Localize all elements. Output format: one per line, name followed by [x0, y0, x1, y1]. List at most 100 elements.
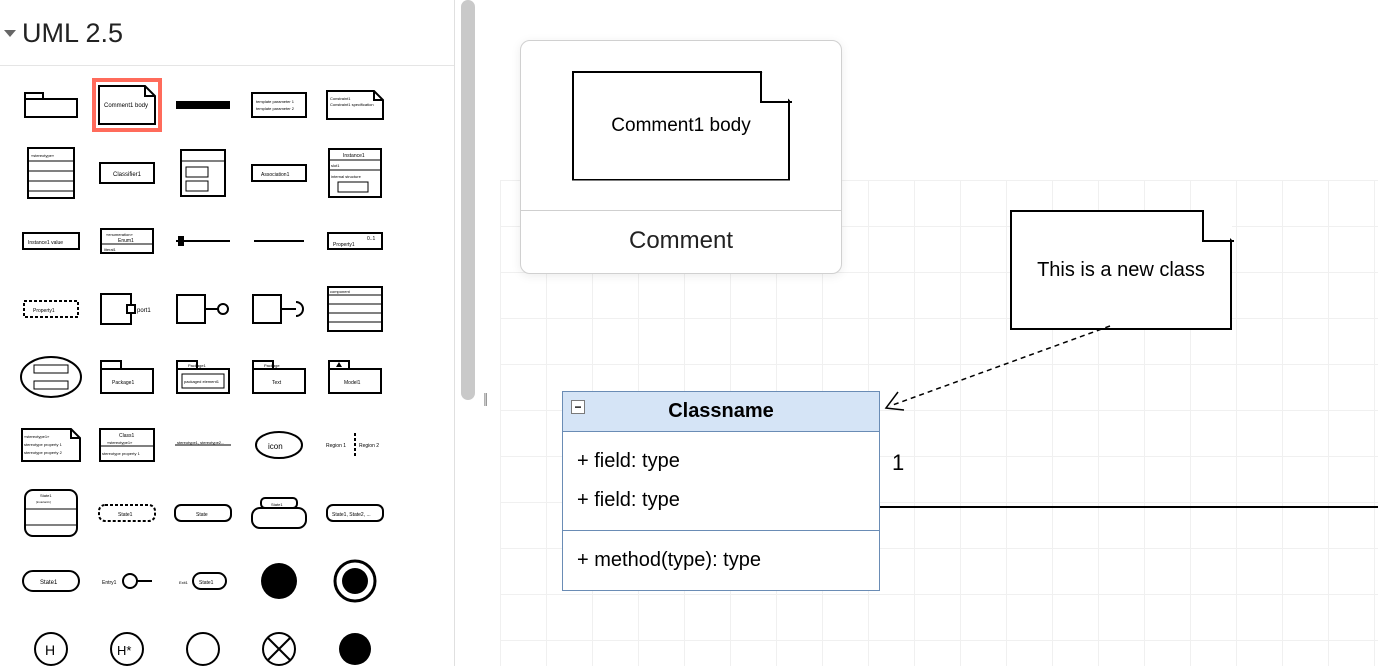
shape-cross[interactable]: [246, 624, 312, 666]
class-field[interactable]: + field: type: [577, 442, 865, 481]
shape-icon-ellipse[interactable]: icon: [246, 420, 312, 470]
class-collapse-button[interactable]: −: [571, 400, 585, 414]
svg-text:template parameter 2: template parameter 2: [256, 106, 295, 111]
shape-package[interactable]: [18, 80, 84, 130]
svg-text:Association1: Association1: [261, 172, 290, 178]
svg-text:«stereotype»: «stereotype»: [31, 153, 55, 158]
shape-stereotype-note[interactable]: «stereotype1»stereotype property 1stereo…: [18, 420, 84, 470]
shape-region[interactable]: Region 1Region 2: [322, 420, 388, 470]
svg-text:State: State: [196, 512, 208, 518]
shape-required-line[interactable]: [246, 216, 312, 266]
svg-text:port1: port1: [137, 308, 151, 314]
svg-text:template parameter 1: template parameter 1: [256, 99, 295, 104]
shape-template[interactable]: template parameter 1 template parameter 2: [246, 80, 312, 130]
shape-state-machine[interactable]: State1[invariant1]: [18, 488, 84, 538]
svg-text:component: component: [330, 289, 351, 294]
scrollbar-thumb[interactable]: [461, 0, 475, 400]
shape-component[interactable]: component: [322, 284, 388, 334]
svg-text:«stereotype1»: «stereotype1»: [24, 434, 50, 439]
class-method[interactable]: + method(type): type: [577, 541, 865, 580]
class-methods-section[interactable]: + method(type): type: [563, 531, 879, 590]
svg-text:H: H: [45, 642, 55, 658]
canvas-comment-note[interactable]: This is a new class: [1010, 210, 1232, 330]
svg-text:Text: Text: [272, 380, 282, 386]
tooltip-label: Comment: [521, 211, 841, 273]
svg-text:«stereotype1»: «stereotype1»: [107, 440, 133, 445]
svg-text:literal1: literal1: [104, 247, 117, 252]
shape-port[interactable]: port1: [94, 284, 160, 334]
shape-usecase[interactable]: [18, 352, 84, 402]
svg-text:stereotype property 1: stereotype property 1: [102, 451, 141, 456]
class-name: Classname: [668, 400, 774, 422]
shape-history-hstar[interactable]: H*: [94, 624, 160, 666]
svg-text:Property1: Property1: [333, 242, 355, 248]
palette-header[interactable]: UML 2.5: [0, 0, 454, 66]
shape-state-rounded[interactable]: State1: [18, 556, 84, 606]
palette-title: UML 2.5: [22, 18, 123, 49]
svg-text:«enumeration»: «enumeration»: [106, 232, 133, 237]
svg-text:Enum1: Enum1: [118, 238, 134, 244]
shape-filled-circle[interactable]: [322, 624, 388, 666]
shape-comment[interactable]: Comment1 body: [94, 80, 160, 130]
svg-text:Constraint1 specification: Constraint1 specification: [330, 102, 374, 107]
shape-text-package[interactable]: Package Text: [246, 352, 312, 402]
shape-constraint[interactable]: Constraint1Constraint1 specification: [322, 80, 388, 130]
shape-instance[interactable]: Instance1slot1internal structure: [322, 148, 388, 198]
svg-text:Package: Package: [264, 363, 280, 368]
tooltip-preview: Comment1 body: [521, 41, 841, 211]
edge-multiplicity-label[interactable]: 1: [892, 450, 904, 476]
shape-state-multi[interactable]: State1, State2, ...: [322, 488, 388, 538]
shape-state-small[interactable]: Exit1State1: [170, 556, 236, 606]
shape-structured[interactable]: [170, 148, 236, 198]
svg-text:Comment1 body: Comment1 body: [104, 103, 148, 109]
shape-state-tab[interactable]: State1: [246, 488, 312, 538]
shape-state[interactable]: State: [170, 488, 236, 538]
shape-tooltip: Comment1 body Comment: [520, 40, 842, 274]
shape-state-dashed[interactable]: State1: [94, 488, 160, 538]
svg-text:Model1: Model1: [344, 380, 361, 386]
svg-text:Class1: Class1: [119, 433, 135, 439]
shape-grid: Comment1 body template parameter 1templa…: [0, 66, 454, 666]
class-fields-section[interactable]: + field: type + field: type: [563, 432, 879, 531]
svg-text:Classifier1: Classifier1: [113, 172, 142, 178]
association-edge[interactable]: [880, 506, 1378, 508]
shape-class-stereo[interactable]: Class1«stereotype1» stereotype property 1: [94, 420, 160, 470]
svg-text:stereotype1, stereotype2...: stereotype1, stereotype2...: [177, 440, 224, 445]
shape-slider[interactable]: [170, 216, 236, 266]
shape-final[interactable]: [246, 556, 312, 606]
sidebar-scrollbar[interactable]: [461, 0, 475, 666]
shape-classifier-full[interactable]: «stereotype»: [18, 148, 84, 198]
svg-text:[invariant1]: [invariant1]: [36, 500, 51, 504]
shape-packaged-element[interactable]: Package1packaged element1: [170, 352, 236, 402]
shape-circle[interactable]: [170, 624, 236, 666]
shape-association[interactable]: Association1: [246, 148, 312, 198]
svg-text:State1: State1: [199, 580, 214, 586]
shape-required-interface[interactable]: [246, 284, 312, 334]
svg-text:Property1: Property1: [33, 308, 55, 314]
svg-text:Instance1 value: Instance1 value: [28, 240, 63, 246]
shape-enumeration[interactable]: «enumeration»Enum1literal1: [94, 216, 160, 266]
shape-palette-sidebar: UML 2.5 Comment1 body template parameter…: [0, 0, 455, 666]
class-field[interactable]: + field: type: [577, 481, 865, 520]
shape-property-dashed[interactable]: Property1: [18, 284, 84, 334]
shape-package2[interactable]: Package1: [94, 352, 160, 402]
shape-property[interactable]: 0..1Property1: [322, 216, 388, 266]
shape-instance-value[interactable]: Instance1 value: [18, 216, 84, 266]
shape-model[interactable]: Model1: [322, 352, 388, 402]
class-shape[interactable]: − Classname + field: type + field: type …: [562, 391, 880, 591]
svg-text:internal structure: internal structure: [331, 174, 362, 179]
svg-text:Instance1: Instance1: [343, 153, 365, 159]
shape-classifier[interactable]: Classifier1: [94, 148, 160, 198]
diagram-canvas[interactable]: Comment1 body Comment This is a new clas…: [500, 0, 1378, 666]
shape-final-outer[interactable]: [322, 556, 388, 606]
shape-entry[interactable]: Entry1: [94, 556, 160, 606]
splitter-handle-icon[interactable]: ||: [483, 390, 486, 406]
class-header[interactable]: − Classname: [563, 392, 879, 432]
svg-text:State1: State1: [271, 502, 283, 507]
shape-stereo-line[interactable]: stereotype1, stereotype2...: [170, 420, 236, 470]
shape-dependency[interactable]: [170, 80, 236, 130]
note-fold-icon: [1202, 210, 1232, 240]
shape-history-h[interactable]: H: [18, 624, 84, 666]
shape-provided-interface[interactable]: [170, 284, 236, 334]
svg-text:State1, State2, ...: State1, State2, ...: [332, 512, 371, 518]
